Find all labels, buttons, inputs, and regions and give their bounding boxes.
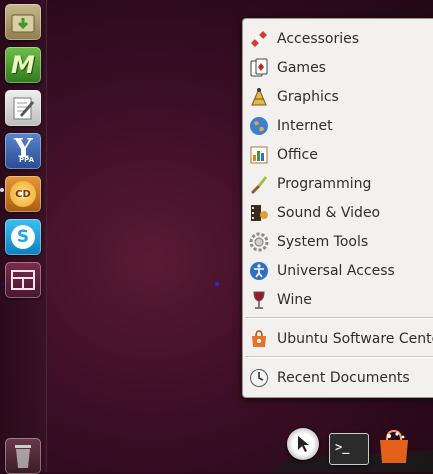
ppa-glyph: Y PPA bbox=[14, 134, 35, 164]
editor-glyph bbox=[13, 97, 34, 120]
menu-item-label: Graphics bbox=[277, 89, 339, 105]
skype-icon[interactable]: S bbox=[5, 219, 41, 255]
menu-item-universal-access[interactable]: Universal Access bbox=[243, 258, 433, 284]
launcher: M Y PPA CD S bbox=[0, 0, 47, 474]
workspace-glyph bbox=[11, 270, 35, 290]
menu-item-sound-video[interactable]: Sound & Video bbox=[243, 200, 433, 226]
shopping-bag-icon[interactable] bbox=[377, 428, 411, 464]
menu-item-system-tools[interactable]: System Tools bbox=[243, 229, 433, 255]
menu-item-software-center[interactable]: Ubuntu Software Cente bbox=[243, 326, 433, 352]
menu-item-label: Office bbox=[277, 147, 318, 163]
universal-access-icon bbox=[248, 260, 270, 282]
menu-item-label: Games bbox=[277, 60, 326, 76]
cursor-icon[interactable] bbox=[287, 428, 319, 460]
folder-glyph bbox=[11, 14, 35, 33]
menu-item-label: System Tools bbox=[277, 234, 369, 250]
office-icon bbox=[248, 144, 270, 166]
mint-m-icon[interactable]: M bbox=[5, 47, 41, 83]
cd-label: CD bbox=[15, 188, 31, 200]
menu-item-accessories[interactable]: Accessories bbox=[243, 26, 433, 52]
menu-item-label: Universal Access bbox=[277, 263, 395, 279]
ppa-manager-icon[interactable]: Y PPA bbox=[5, 133, 41, 169]
menu-item-graphics[interactable]: Graphics bbox=[243, 84, 433, 110]
bag-glyph bbox=[380, 429, 408, 463]
cd-burner-icon[interactable]: CD bbox=[5, 176, 41, 212]
running-indicator bbox=[0, 188, 4, 192]
recent-documents-icon bbox=[248, 367, 270, 389]
workspace-switcher-icon[interactable] bbox=[5, 262, 41, 298]
trash-icon[interactable] bbox=[5, 438, 41, 474]
menu-item-label: Sound & Video bbox=[277, 205, 381, 221]
menu-item-internet[interactable]: Internet bbox=[243, 113, 433, 139]
menu-item-games[interactable]: Games bbox=[243, 55, 433, 81]
programming-icon bbox=[248, 173, 270, 195]
disc-glyph: CD bbox=[10, 181, 36, 207]
menu-separator bbox=[245, 356, 433, 358]
graphics-icon bbox=[248, 86, 270, 108]
sound-video-icon bbox=[248, 202, 270, 224]
menu-item-label: Ubuntu Software Cente bbox=[277, 331, 433, 347]
skype-glyph: S bbox=[11, 225, 35, 249]
system-tools-icon bbox=[248, 231, 270, 253]
terminal-icon[interactable]: >_ bbox=[329, 433, 369, 465]
menu-separator bbox=[245, 317, 433, 319]
mint-letter: M bbox=[11, 51, 35, 79]
pointer-glyph bbox=[298, 436, 309, 452]
terminal-prompt: >_ bbox=[335, 440, 350, 454]
menu-item-label: Wine bbox=[277, 292, 312, 308]
home-folder-icon[interactable] bbox=[5, 4, 41, 40]
text-editor-icon[interactable] bbox=[5, 90, 41, 126]
ppa-label: PPA bbox=[19, 156, 35, 164]
menu-item-label: Accessories bbox=[277, 31, 360, 47]
applications-menu: Accessories Games Graphics Internet Offi… bbox=[242, 18, 433, 398]
trash-glyph bbox=[15, 445, 31, 468]
menu-item-label: Programming bbox=[277, 176, 372, 192]
software-center-icon bbox=[248, 328, 270, 350]
menu-item-recent-documents[interactable]: Recent Documents bbox=[243, 365, 433, 391]
menu-item-programming[interactable]: Programming bbox=[243, 171, 433, 197]
internet-icon bbox=[248, 115, 270, 137]
menu-item-label: Recent Documents bbox=[277, 370, 410, 386]
menu-item-label: Internet bbox=[277, 118, 333, 134]
wine-icon bbox=[248, 289, 270, 311]
accessories-icon bbox=[248, 28, 270, 50]
menu-item-wine[interactable]: Wine bbox=[243, 287, 433, 313]
menu-item-office[interactable]: Office bbox=[243, 142, 433, 168]
games-icon bbox=[248, 57, 270, 79]
wallpaper-dot bbox=[215, 282, 219, 286]
